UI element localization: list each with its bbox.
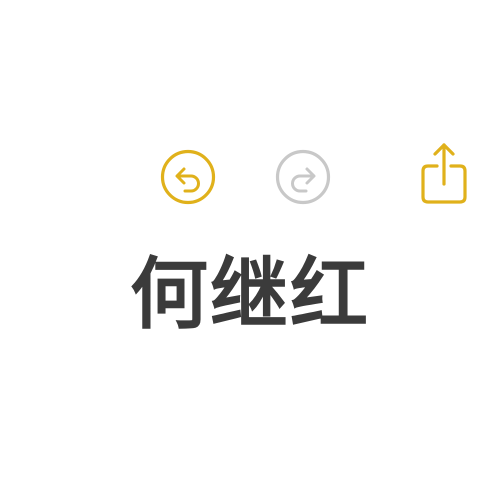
redo-button[interactable]: [275, 149, 331, 205]
document-title: 何继红: [129, 250, 370, 340]
screen: 何继红: [0, 0, 500, 500]
share-icon: [421, 143, 467, 204]
undo-button[interactable]: [160, 149, 216, 205]
share-button[interactable]: [416, 140, 472, 206]
redo-icon: [275, 149, 331, 205]
undo-icon: [160, 149, 216, 205]
